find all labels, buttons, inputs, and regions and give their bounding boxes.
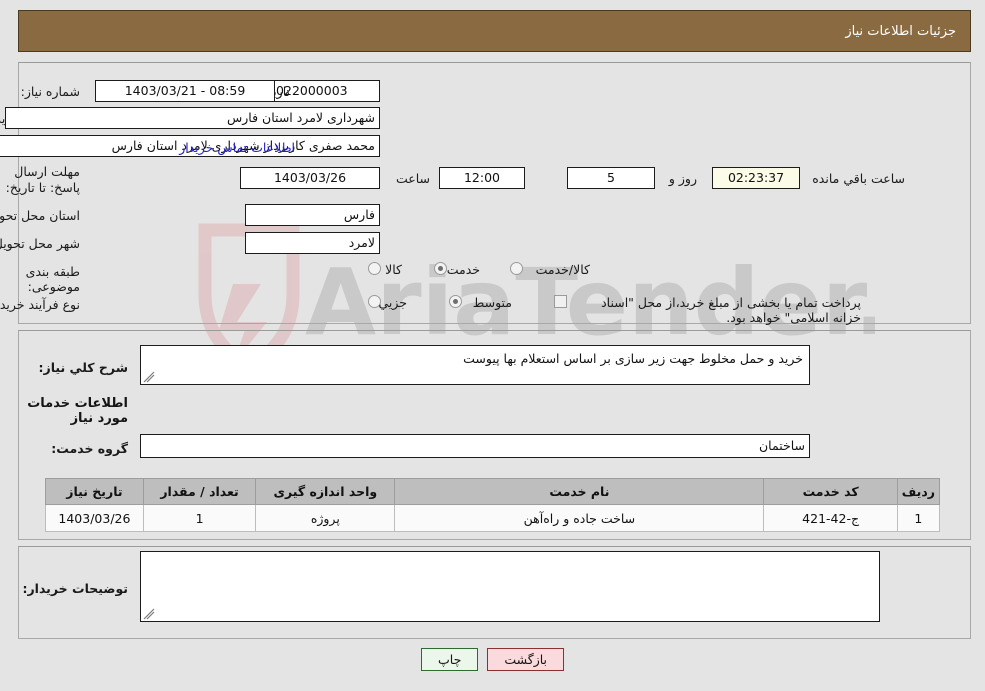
table-row: 1 ج-42-421 ساخت جاده و راه‌آهن پروژه 1 1… [45, 504, 941, 532]
services-table: ردیف کد خدمت نام خدمت واحد اندازه گیری ت… [45, 478, 941, 532]
label-general-desc: شرح کلي نیاز: [38, 360, 128, 375]
col-header-name: نام خدمت [394, 478, 765, 505]
label-category-kala-khedmat: کالا/خدمت [535, 262, 590, 277]
cell-unit: پروژه [255, 504, 396, 532]
field-general-desc[interactable]: خرید و حمل مخلوط جهت زیر سازی بر اساس اس… [140, 345, 810, 385]
label-city: شهر محل تحویل: [0, 236, 80, 251]
general-desc-text: خرید و حمل مخلوط جهت زیر سازی بر اساس اس… [463, 351, 803, 366]
label-purchase-motevaset: متوسط [472, 295, 512, 310]
label-deadline-hour: ساعت [395, 171, 430, 186]
label-category-kala: کالا [385, 262, 402, 277]
heading-services-info: اطلاعات خدمات مورد نیاز [27, 396, 128, 426]
field-province[interactable]: فارس [245, 204, 380, 226]
table-header-row: ردیف کد خدمت نام خدمت واحد اندازه گیری ت… [45, 478, 941, 505]
label-islamic-treasury: پرداخت تمام یا بخشی از مبلغ خرید،از محل … [601, 295, 861, 325]
field-announce-datetime[interactable]: 08:59 - 1403/03/21 [95, 80, 275, 102]
label-category: طبقه بندی موضوعی: [25, 264, 80, 294]
label-service-group: گروه خدمت: [51, 441, 128, 456]
col-header-quantity: تعداد / مقدار [142, 478, 257, 505]
field-buyer-org[interactable]: شهرداری لامرد استان فارس [5, 107, 380, 129]
label-countdown-suffix: ساعت باقي مانده [812, 171, 905, 186]
radio-category-khedmat[interactable] [434, 262, 447, 275]
field-remaining-days[interactable]: 5 [567, 167, 655, 189]
label-purchase-type: نوع فرآیند خرید : [0, 297, 80, 312]
field-city[interactable]: لامرد [245, 232, 380, 254]
radio-category-kala[interactable] [368, 262, 381, 275]
cell-name: ساخت جاده و راه‌آهن [394, 504, 765, 532]
col-header-code: کد خدمت [763, 478, 898, 505]
label-category-khedmat: خدمت [446, 262, 480, 277]
checkbox-islamic-treasury[interactable] [554, 295, 567, 308]
label-days-suffix: روز و [668, 171, 697, 186]
field-deadline-date[interactable]: 1403/03/26 [240, 167, 380, 189]
cell-quantity: 1 [142, 504, 257, 532]
page-title: جزئیات اطلاعات نیاز [845, 23, 956, 39]
col-header-need-date: تاریخ نیاز [45, 478, 144, 505]
label-province: استان محل تحویل: [0, 208, 80, 223]
cell-radif: 1 [896, 504, 941, 532]
field-service-group[interactable]: ساختمان [140, 434, 810, 458]
field-deadline-hour[interactable]: 12:00 [439, 167, 525, 189]
col-header-unit: واحد اندازه گیری [255, 478, 396, 505]
resize-grip-icon[interactable] [143, 371, 155, 383]
label-buyer-notes: توضیحات خریدار: [22, 581, 128, 596]
radio-category-kala-khedmat[interactable] [510, 262, 523, 275]
field-remaining-countdown: 02:23:37 [712, 167, 800, 189]
page-root: AriaTender.net جزئیات اطلاعات نیاز شماره… [0, 0, 985, 691]
radio-purchase-motevaset[interactable] [449, 295, 462, 308]
cell-need-date: 1403/03/26 [45, 504, 144, 532]
back-button[interactable]: بازگشت [487, 648, 565, 671]
label-need-number: شماره نیاز: [20, 84, 80, 99]
action-button-row: بازگشت چاپ [0, 648, 985, 671]
page-header-bar: جزئیات اطلاعات نیاز [18, 10, 971, 52]
label-purchase-jozi: جزیي [378, 295, 407, 310]
col-header-radif: ردیف [896, 478, 941, 505]
cell-code: ج-42-421 [763, 504, 898, 532]
print-button[interactable]: چاپ [421, 648, 479, 671]
label-deadline: مهلت ارسال پاسخ: تا تاریخ: [5, 164, 80, 195]
resize-grip-icon[interactable] [143, 608, 155, 620]
field-buyer-notes[interactable] [140, 551, 880, 622]
buyer-contact-link[interactable]: اطلاعات تماس خریدار [179, 140, 295, 155]
